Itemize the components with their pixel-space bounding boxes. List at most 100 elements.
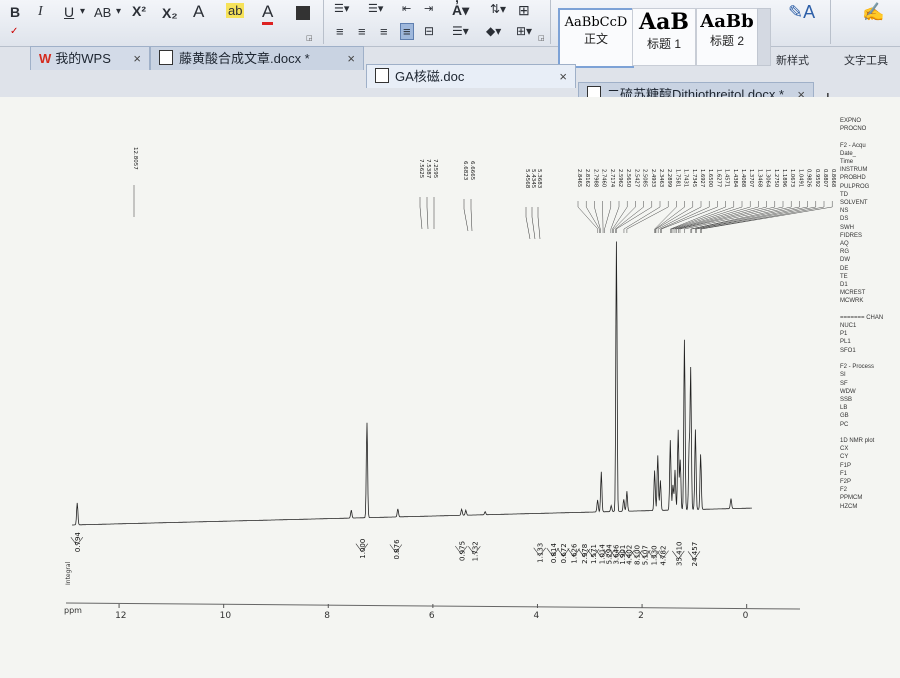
acquisition-parameter: TE xyxy=(840,273,848,280)
peak-leader-line xyxy=(537,207,541,240)
peak-label: 2.7174 xyxy=(609,169,615,188)
text-tools-icon[interactable]: ✍ xyxy=(862,2,884,23)
bullet-list-icon[interactable]: ☰▾ xyxy=(334,2,349,15)
peak-label: 1.7345 xyxy=(691,169,697,187)
acquisition-parameters-column: EXPNO PROCNO F2 - Acqu Date_ Time INSTRUM PRO… xyxy=(840,117,900,511)
acquisition-parameter: HZCM xyxy=(840,503,858,510)
integral-value: 1.330 xyxy=(651,545,659,565)
tab-document-1[interactable]: 藤黄酸合成文章.docx * × xyxy=(150,46,364,70)
peak-leader-line xyxy=(615,201,644,233)
peak-leader-line xyxy=(426,197,429,230)
peak-label: 1.7581 xyxy=(674,169,680,187)
peak-label: 1.4571 xyxy=(724,169,730,187)
acquisition-parameter: SOLVENT xyxy=(840,200,868,207)
spectrum-trace xyxy=(72,241,752,526)
underline-button[interactable]: U xyxy=(64,4,74,20)
acquisition-parameter: SFO1 xyxy=(840,347,856,354)
indent-icon[interactable]: ⇥ xyxy=(424,2,433,15)
peak-label: 2.7460 xyxy=(601,169,607,187)
underline-dropdown-icon[interactable]: ▾ xyxy=(80,6,85,17)
superscript-button[interactable]: X² xyxy=(132,3,146,19)
font-case-button[interactable]: AB xyxy=(94,5,111,20)
integral-value: 1.626 xyxy=(571,543,579,564)
acquisition-parameter: Time xyxy=(840,159,854,166)
integral-value: 1.000 xyxy=(359,539,367,559)
acquisition-parameter: WDW xyxy=(840,388,856,395)
peak-label: 2.8162 xyxy=(584,169,590,187)
acquisition-parameter: F1 xyxy=(840,470,848,477)
bold-button[interactable]: B xyxy=(10,4,20,20)
peak-label: 0.8668 xyxy=(830,169,836,187)
peak-label: 0.9592 xyxy=(814,169,820,187)
acquisition-parameter: PL1 xyxy=(840,339,851,346)
axis-tick-label: 2 xyxy=(638,611,644,621)
acquisition-parameter: EXPNO xyxy=(840,118,862,124)
acquisition-parameter: PROCNO xyxy=(840,126,867,133)
peak-label: 1.2750 xyxy=(773,169,779,187)
acquisition-parameter xyxy=(840,133,900,141)
text-effect-button[interactable]: A xyxy=(193,2,204,22)
acquisition-parameter: CY xyxy=(840,454,849,461)
peak-leader-line xyxy=(531,207,536,240)
ppm-axis-label: ppm xyxy=(64,606,82,615)
peak-leader-line xyxy=(613,201,636,233)
highlight-button[interactable]: ab xyxy=(226,3,245,18)
close-tab-icon[interactable]: × xyxy=(559,65,567,89)
outdent-icon[interactable]: ⇤ xyxy=(402,2,411,15)
subscript-button[interactable]: X₂ xyxy=(162,5,178,21)
acquisition-parameter: 1D NMR plot xyxy=(840,437,875,444)
peak-label: 1.0491 xyxy=(797,169,803,187)
peak-label: 5.4568 xyxy=(524,169,530,189)
table-icon[interactable]: ⊞ xyxy=(518,2,530,19)
tab-document-active[interactable]: GA核磁.doc × xyxy=(366,64,576,88)
acquisition-parameter: DS xyxy=(840,216,849,223)
peak-leader-line xyxy=(463,199,469,232)
document-icon xyxy=(159,50,173,65)
integral-value: 0.814 xyxy=(550,543,558,564)
document-icon xyxy=(375,68,389,83)
integral-value: 2.978 xyxy=(581,544,589,564)
tab-my-wps[interactable]: W 我的WPS × xyxy=(30,46,150,70)
integral-value: 8.100 xyxy=(633,545,641,565)
numbered-list-icon[interactable]: ☰▾ xyxy=(368,2,383,15)
sort-icon[interactable]: ⇅▾ xyxy=(490,2,506,16)
peak-label: 2.3463 xyxy=(658,169,664,187)
italic-button[interactable]: I xyxy=(38,4,43,20)
integral-value: 0.794 xyxy=(74,532,82,553)
peak-label: 12.8057 xyxy=(132,147,138,170)
axis-tick-label: 10 xyxy=(220,611,232,621)
axis-tick-label: 4 xyxy=(533,611,539,621)
integral-value: 0.876 xyxy=(393,539,401,560)
document-tab-strip: W 我的WPS × 藤黄酸合成文章.docx * × GA核磁.doc × 二硫苏… xyxy=(0,36,900,110)
integral-value: 1.133 xyxy=(537,543,545,563)
peak-label: 1.0673 xyxy=(789,169,795,187)
close-tab-icon[interactable]: × xyxy=(347,47,355,71)
acquisition-parameter: DE xyxy=(840,265,849,272)
acquisition-parameter: DW xyxy=(840,257,850,264)
font-color-button[interactable]: A xyxy=(262,2,274,25)
acquisition-parameter: TD xyxy=(840,191,848,198)
nmr-spectrum-image: ppm 12 10 8 6 4 2 0 Integral 12.8057 7.5625 7.5387 7… xyxy=(64,147,836,621)
acquisition-parameter: PC xyxy=(840,421,849,428)
font-case-dropdown-icon[interactable]: ▾ xyxy=(116,6,121,17)
integral-axis-label: Integral xyxy=(65,561,72,585)
acquisition-parameter: LB xyxy=(840,405,848,412)
acquisition-parameter: INSTRUM xyxy=(840,167,868,174)
peak-label: 1.4088 xyxy=(740,169,746,187)
acquisition-parameter: PULPROG xyxy=(840,183,870,190)
peak-label: 7.5387 xyxy=(425,159,431,179)
peak-label: 2.5427 xyxy=(633,169,639,187)
new-style-icon[interactable]: ✎A xyxy=(788,2,815,23)
peak-label: 2.5962 xyxy=(617,169,623,187)
change-case-icon[interactable]: A̓▾ xyxy=(452,2,469,19)
peak-label: 1.3468 xyxy=(756,169,762,187)
peak-leader-line xyxy=(525,207,531,240)
peak-label: 0.8807 xyxy=(822,169,828,187)
acquisition-parameter: F2 xyxy=(840,487,848,494)
acquisition-parameter: MCREST xyxy=(840,290,866,297)
char-shading-icon[interactable] xyxy=(296,6,310,20)
peak-label: 5.3683 xyxy=(536,169,542,189)
acquisition-parameter xyxy=(840,429,900,437)
close-tab-icon[interactable]: × xyxy=(133,47,141,71)
peak-leader-line xyxy=(616,201,653,233)
